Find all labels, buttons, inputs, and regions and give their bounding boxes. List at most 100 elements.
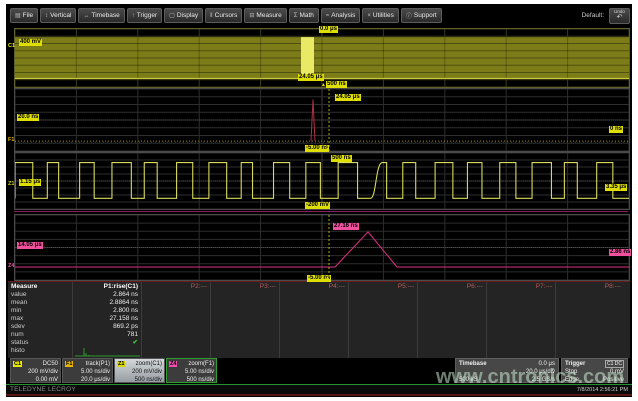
menu-item-measure[interactable]: ⊟Measure — [244, 8, 286, 23]
trace-tab-c1[interactable]: C1 — [8, 43, 15, 49]
p1-value: 2.864 ns — [73, 291, 141, 299]
trigger-level: 0 mV — [610, 369, 624, 376]
menu-item-label: Trigger — [137, 12, 157, 19]
measure-col-p2[interactable]: P2:--- — [142, 282, 210, 291]
measure-col-p6[interactable]: P6:--- — [418, 282, 486, 291]
channel-badge-z1: Z1 — [117, 361, 125, 368]
trace-tab-z4[interactable]: Z4 — [8, 263, 14, 269]
trace-tab-z1[interactable]: Z1 — [8, 181, 14, 187]
measure-col-p7[interactable]: P7:--- — [487, 282, 555, 291]
badge-f1-top: 24.05 μs — [335, 94, 361, 101]
badge-z1-left: 1.15 μs — [19, 179, 41, 186]
channel-descriptor-z1[interactable]: Z1 zoom(C1) 200 mV/div 500 ns/div — [114, 358, 165, 383]
z4-function: zoom(F1) — [188, 361, 214, 367]
timebase-descriptor[interactable]: Timebase 0.0 μs 20.0 μs/div 500 kS 2.5 G… — [455, 358, 559, 383]
trigger-mode: Stop — [565, 369, 577, 376]
badge-z4-right: 2.86 ns — [609, 249, 631, 256]
c1-offset: 0.00 mV — [13, 376, 58, 384]
menu-right-cluster: Default: Undo ↶ — [582, 7, 630, 24]
menu-item-label: Cursors — [215, 12, 238, 19]
undo-button[interactable]: Undo ↶ — [609, 8, 630, 24]
analysis-icon: ≈ — [326, 13, 329, 19]
menu-item-label: File — [23, 12, 33, 19]
z4-vscale: 5.00 ns/div — [169, 368, 214, 376]
z1-function: zoom(C1) — [136, 361, 162, 367]
menu-item-utilities[interactable]: ×Utilities — [362, 8, 398, 23]
grid-z1-zoom[interactable]: Z1 500 ns 1.15 μs 3.35 μs -200 mV — [14, 152, 630, 210]
p1-mean: 2.8864 ns — [73, 299, 141, 307]
grid-z4-zoom[interactable]: Z4 27.16 ns 14.05 μs 2.86 ns -5.00 ns ▲ — [14, 214, 630, 281]
channel-descriptor-c1[interactable]: C1 DC50 200 mV/div 0.00 mV — [10, 358, 61, 383]
support-icon: ⓘ — [406, 11, 412, 20]
vertical-icon: ↕ — [45, 13, 48, 19]
grid-f1-track[interactable]: F1 24.05 μs 20.0 ns 0 ns -5.00 ns ▲ — [14, 88, 630, 152]
menu-item-label: Utilities — [373, 12, 394, 19]
timebase-offset: 0.0 μs — [539, 361, 555, 368]
badge-f1-left: 20.0 ns — [17, 114, 39, 121]
badge-z4-top: 27.16 ns — [333, 223, 359, 230]
trigger-icon: ↑ — [132, 13, 135, 19]
display-icon: ▢ — [169, 12, 175, 19]
zoom-position-marker-icon: ▲ — [321, 83, 326, 88]
p1-status-check-icon: ✔ — [73, 339, 141, 347]
p1-max: 27.158 ns — [73, 315, 141, 323]
menu-item-vertical[interactable]: ↕Vertical — [40, 8, 76, 23]
c1-coupling: DC50 — [43, 361, 58, 367]
menu-item-timebase[interactable]: ↔Timebase — [78, 8, 124, 23]
measure-col-p1[interactable]: P1:rise(C1) — [73, 282, 141, 291]
measure-col-p4[interactable]: P4:--- — [280, 282, 348, 291]
channel-descriptor-z4[interactable]: Z4 zoom(F1) 5.00 ns/div 500 ns/div — [166, 358, 217, 383]
measure-row-label-mean: mean — [8, 299, 72, 307]
trace-tab-f1[interactable]: F1 — [8, 137, 14, 143]
bottom-accent-line — [6, 394, 632, 396]
trigger-slope: Positive — [603, 377, 624, 384]
zoom-position-marker-icon: ▲ — [325, 147, 330, 152]
measure-row-label-max: max — [8, 315, 72, 323]
channel-descriptor-f1[interactable]: F1 track(P1) 5.00 ns/div 20.0 μs/div — [62, 358, 113, 383]
badge-z1-bottom: -200 mV — [305, 202, 330, 209]
menu-item-cursors[interactable]: ‖Cursors — [205, 8, 242, 23]
badge-z1-top: 500 ns — [331, 155, 352, 162]
menu-item-analysis[interactable]: ≈Analysis — [321, 8, 361, 23]
trigger-source-chip: C1 DC — [605, 360, 624, 368]
badge-c1-top: 0.0 μs — [319, 26, 338, 33]
default-setup-label: Default: — [582, 12, 604, 19]
timebase-scale: 20.0 μs/div — [526, 369, 555, 376]
zoom-position-marker-icon: ▲ — [325, 276, 330, 281]
badge-c1-bottom: 24.05 μs — [298, 74, 324, 81]
timebase-label: Timebase — [459, 361, 487, 368]
menu-item-display[interactable]: ▢Display — [164, 8, 203, 23]
menu-item-file[interactable]: ▤File — [10, 8, 38, 23]
menu-bar: ▤File↕Vertical↔Timebase↑Trigger▢Display‖… — [10, 7, 630, 24]
undo-icon: ↶ — [617, 14, 623, 21]
screenshot-page: ▤File↕Vertical↔Timebase↑Trigger▢Display‖… — [0, 0, 638, 401]
grid-c1-source[interactable]: C1 400 mV 0.0 μs 24.05 μs 500 ns ▲ — [14, 28, 630, 88]
p1-num: 781 — [73, 331, 141, 339]
badge-c1-zoomwidth: 500 ns — [326, 81, 347, 88]
badge-z4-left: 14.05 μs — [17, 242, 43, 249]
file-icon: ▤ — [15, 12, 21, 19]
oscilloscope-app: ▤File↕Vertical↔Timebase↑Trigger▢Display‖… — [6, 4, 632, 397]
measure-col-p8[interactable]: P8:--- — [556, 282, 624, 291]
measure-col-p5[interactable]: P5:--- — [349, 282, 417, 291]
channel-badge-c1: C1 — [13, 361, 22, 368]
measure-row-label-histo: histo — [8, 347, 72, 358]
measure-col-p3[interactable]: P3:--- — [211, 282, 279, 291]
measure-row-label-status: status — [8, 339, 72, 347]
math-icon: Σ — [294, 13, 298, 19]
z4-region-divider-line — [14, 211, 628, 212]
menu-item-trigger[interactable]: ↑Trigger — [127, 8, 162, 23]
timestamp: 7/8/2014 2:56:21 PM — [577, 387, 628, 393]
menu-item-label: Timebase — [91, 12, 119, 19]
menu-item-support[interactable]: ⓘSupport — [401, 8, 442, 23]
c1-vscale: 200 mV/div — [13, 368, 58, 376]
menu-item-math[interactable]: ΣMath — [289, 8, 319, 23]
badge-z1-right: 3.35 μs — [605, 184, 627, 191]
z1-hscale: 500 ns/div — [117, 376, 162, 384]
trigger-descriptor[interactable]: Trigger C1 DC Stop 0 mV Edge Positive — [561, 358, 628, 383]
cursors-icon: ‖ — [210, 13, 212, 19]
f1-function: track(P1) — [86, 361, 110, 367]
z4-zoom-waveform — [15, 215, 629, 280]
z1-vscale: 200 mV/div — [117, 368, 162, 376]
f1-track-waveform — [15, 89, 629, 151]
